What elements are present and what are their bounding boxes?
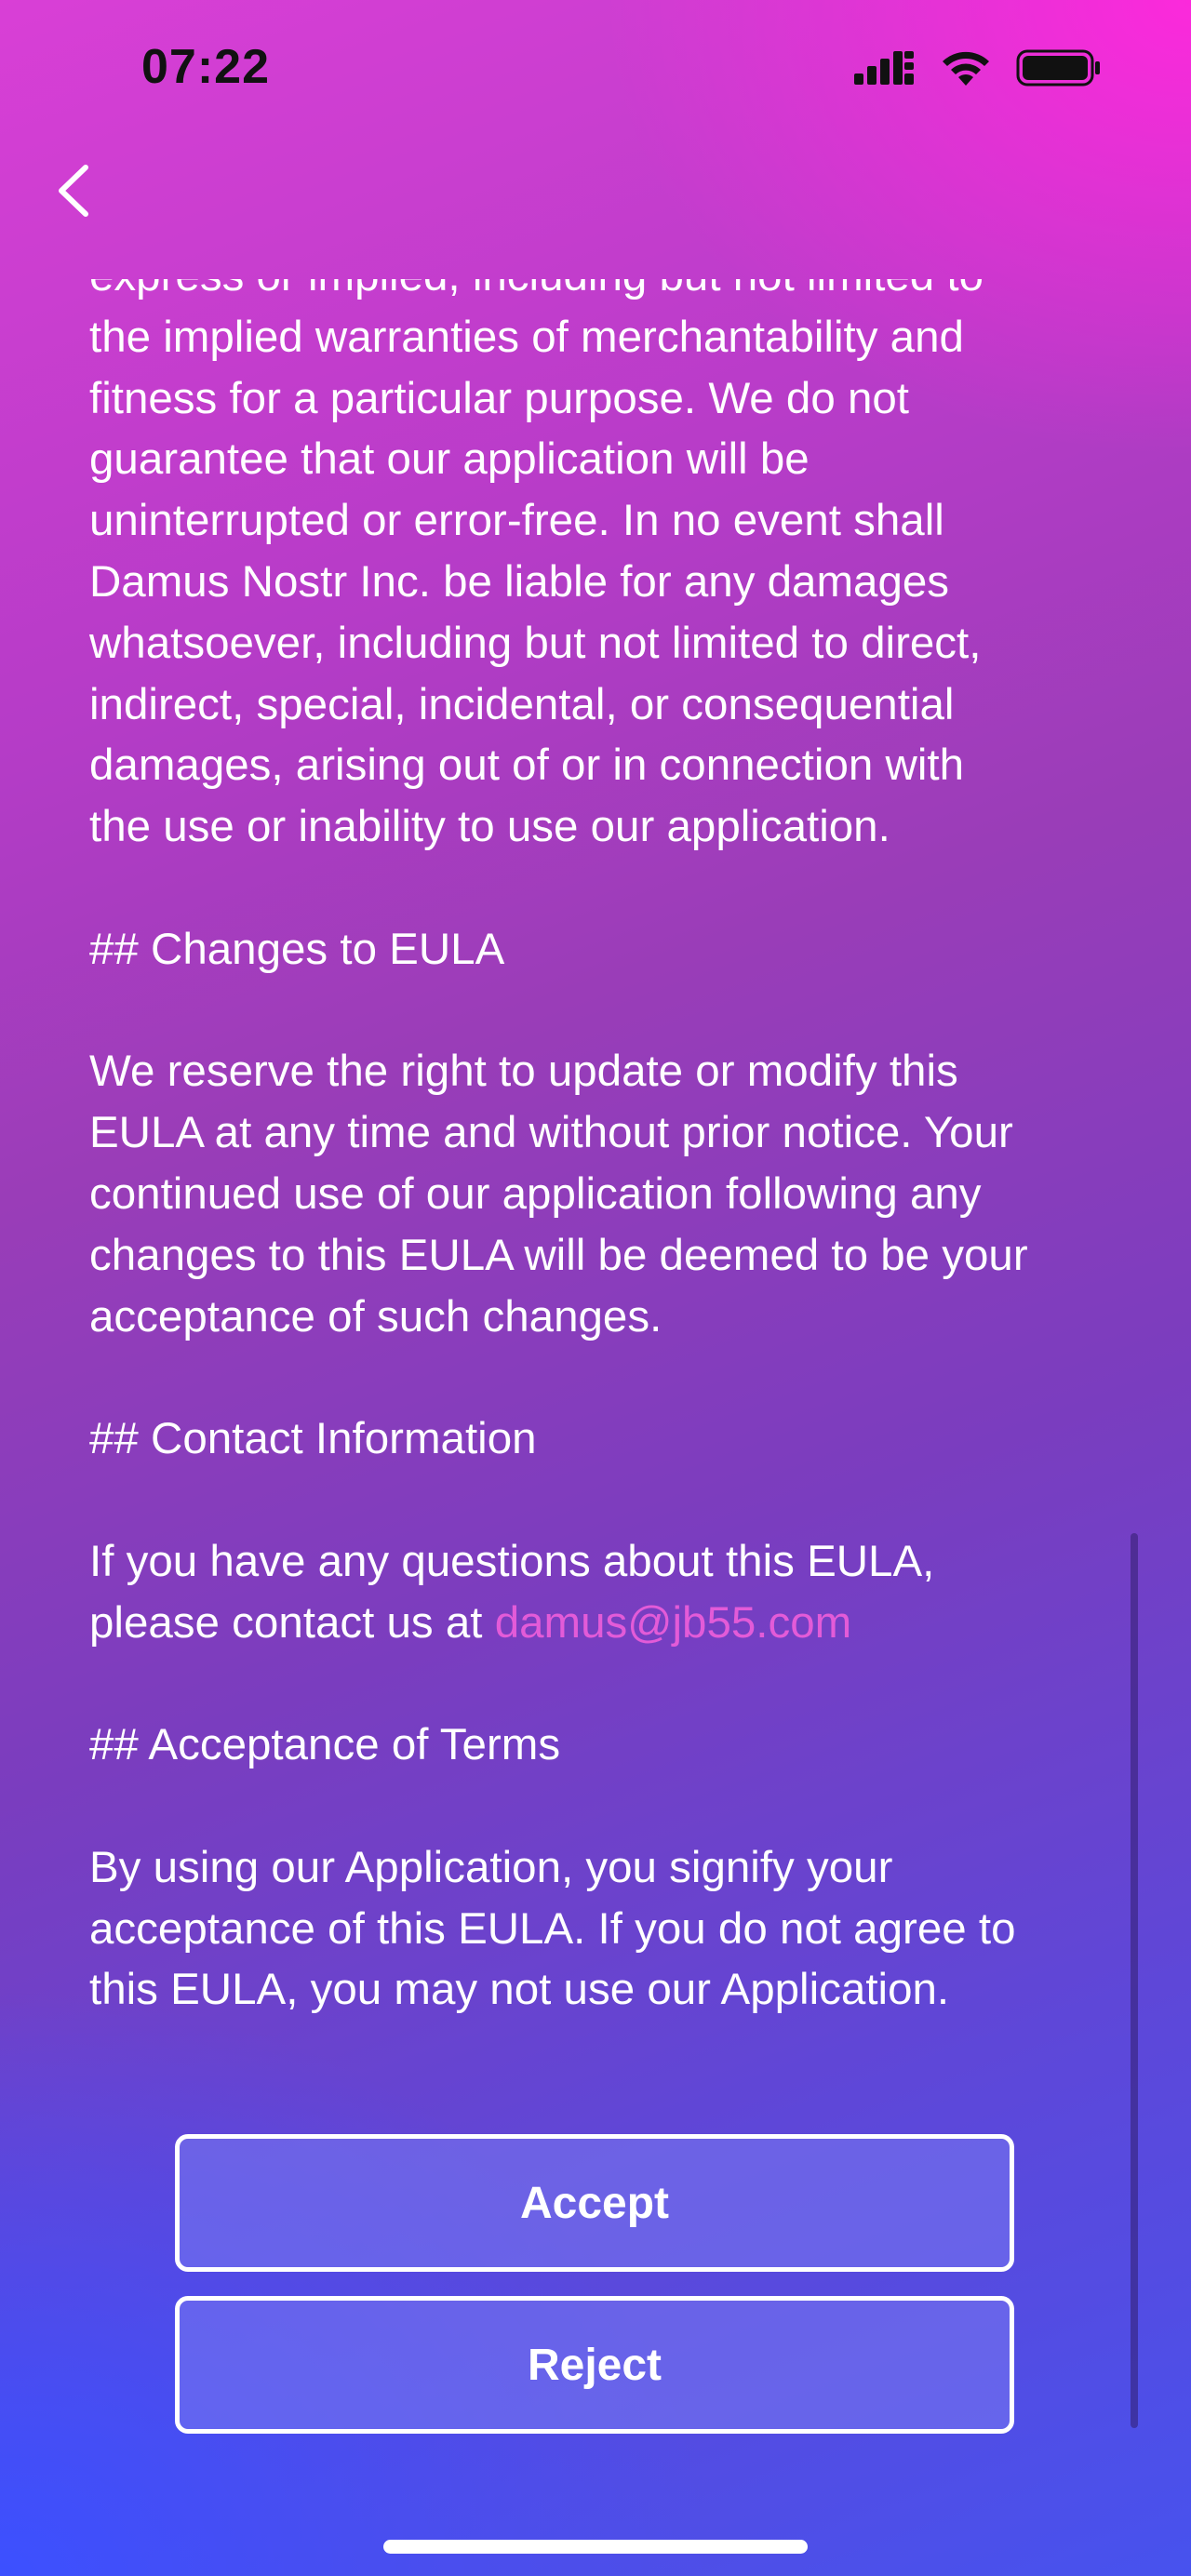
chevron-left-icon xyxy=(59,165,88,217)
status-icons xyxy=(854,48,1102,87)
status-bar: 07:22 xyxy=(0,0,1191,140)
cellular-signal-icon xyxy=(854,51,914,85)
partial-top-line: express or implied, including but not li… xyxy=(89,279,1122,307)
acceptance-paragraph: By using our Application, you signify yo… xyxy=(89,1842,1016,2015)
contact-heading: ## Contact Information xyxy=(89,1414,537,1464)
eula-content: express or implied, including but not li… xyxy=(89,279,1122,2082)
battery-icon xyxy=(1016,49,1100,87)
contact-paragraph: If you have any questions about this EUL… xyxy=(89,1531,1122,1654)
changes-heading: ## Changes to EULA xyxy=(89,924,505,974)
accept-button[interactable]: Accept xyxy=(175,2134,1014,2272)
warranty-paragraph: the implied warranties of merchantabilit… xyxy=(89,312,982,852)
eula-scroll-view[interactable]: express or implied, including but not li… xyxy=(0,279,1191,2102)
wifi-icon xyxy=(943,51,989,86)
back-button[interactable] xyxy=(47,158,102,223)
contact-email-link[interactable]: damus@jb55.com xyxy=(495,1598,852,1648)
home-indicator[interactable] xyxy=(383,2540,808,2554)
changes-paragraph: We reserve the right to update or modify… xyxy=(89,1047,1028,1341)
status-time: 07:22 xyxy=(141,40,270,94)
reject-button[interactable]: Reject xyxy=(175,2296,1014,2434)
scrollbar[interactable] xyxy=(1131,1533,1138,2428)
acceptance-heading: ## Acceptance of Terms xyxy=(89,1720,561,1770)
